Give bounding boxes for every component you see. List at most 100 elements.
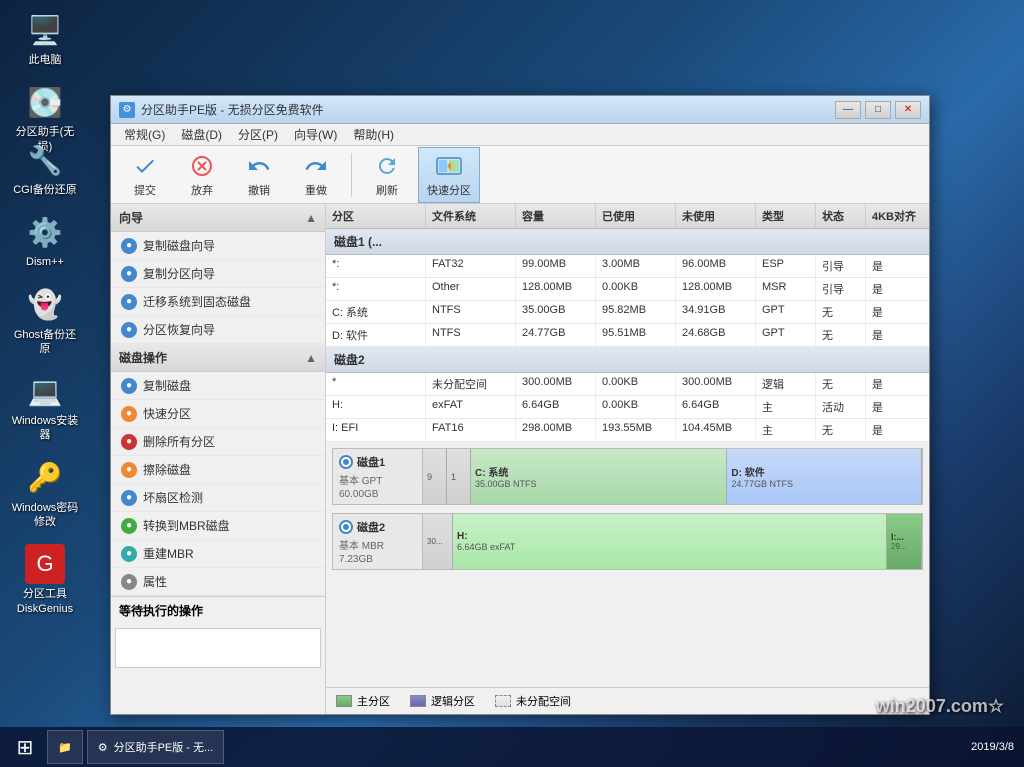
disk-op-copy-label: 复制磁盘 bbox=[143, 377, 191, 394]
undo-label: 撤销 bbox=[248, 182, 270, 198]
disk-op-to-mbr[interactable]: ● 转换到MBR磁盘 bbox=[111, 512, 325, 540]
desktop-icon-diskgenius[interactable]: G 分区工具DiskGenius bbox=[10, 544, 80, 616]
cell-d1r2-type: MSR bbox=[756, 278, 816, 300]
table-row[interactable]: *: Other 128.00MB 0.00KB 128.00MB MSR 引导… bbox=[326, 278, 929, 301]
legend-bar: 主分区 逻辑分区 未分配空间 bbox=[326, 687, 929, 714]
pending-title: 等待执行的操作 bbox=[119, 604, 203, 618]
col-header-partition: 分区 bbox=[326, 204, 426, 228]
disk2-visual[interactable]: 磁盘2 基本 MBR 7.23GB 30... H: bbox=[332, 513, 923, 570]
table-row[interactable]: C: 系统 NTFS 35.00GB 95.82MB 34.91GB GPT 无… bbox=[326, 301, 929, 324]
disk1-p3-label: C: 系统 bbox=[475, 464, 722, 479]
discard-icon bbox=[188, 152, 216, 180]
wizard-item-migrate-ssd[interactable]: ● 迁移系统到固态磁盘 bbox=[111, 288, 325, 316]
disk1-part2[interactable]: 1 bbox=[447, 449, 471, 504]
table-row[interactable]: * 未分配空间 300.00MB 0.00KB 300.00MB 逻辑 无 是 bbox=[326, 373, 929, 396]
cell-d2r2-used: 0.00KB bbox=[596, 396, 676, 418]
disk-op-rebuild-mbr[interactable]: ● 重建MBR bbox=[111, 540, 325, 568]
cell-d2r3-align: 是 bbox=[866, 419, 929, 441]
table-row[interactable]: D: 软件 NTFS 24.77GB 95.51MB 24.68GB GPT 无… bbox=[326, 324, 929, 347]
cell-d1r1-fs: FAT32 bbox=[426, 255, 516, 277]
legend-primary-color bbox=[336, 695, 352, 707]
watermark: win2007.com☆ bbox=[876, 696, 1004, 717]
desktop-icon-windows-pwd[interactable]: 🔑 Windows密码修改 bbox=[10, 458, 80, 530]
ghost-label: Ghost备份还原 bbox=[10, 328, 80, 357]
diskgenius-icon: G bbox=[25, 544, 65, 584]
menu-general[interactable]: 常规(G) bbox=[116, 124, 173, 145]
cell-d1r3-used: 95.82MB bbox=[596, 301, 676, 323]
disk1-part3[interactable]: C: 系统 35.00GB NTFS bbox=[471, 449, 727, 504]
cell-d2r3-unused: 104.45MB bbox=[676, 419, 756, 441]
desktop-icon-cgi[interactable]: 🔧 CGI备份还原 bbox=[10, 140, 80, 197]
disk-op-bad-icon: ● bbox=[121, 490, 137, 506]
disk-op-rebuild-icon: ● bbox=[121, 546, 137, 562]
disk1-icon bbox=[339, 455, 353, 469]
disk1-p4-label: D: 软件 bbox=[731, 464, 917, 479]
disk-op-wipe-label: 擦除磁盘 bbox=[143, 461, 191, 478]
desktop-icon-this-pc[interactable]: 🖥️ 此电脑 bbox=[10, 10, 80, 67]
disk-op-quick-part[interactable]: ● 快速分区 bbox=[111, 400, 325, 428]
close-button[interactable]: ✕ bbox=[895, 101, 921, 119]
disk-ops-collapse[interactable]: ▲ bbox=[305, 351, 317, 365]
desktop-icon-windows-install[interactable]: 💻 Windows安装器 bbox=[10, 371, 80, 443]
windows-pwd-icon: 🔑 bbox=[25, 458, 65, 498]
disk1-partitions-visual: 9 1 C: 系统 35.00GB NTFS D: 软件 bbox=[423, 449, 922, 504]
start-button[interactable]: ⊞ bbox=[5, 729, 45, 765]
menu-partition[interactable]: 分区(P) bbox=[230, 124, 286, 145]
desktop-icon-dism[interactable]: ⚙️ Dism++ bbox=[10, 212, 80, 269]
maximize-button[interactable]: □ bbox=[865, 101, 891, 119]
quick-partition-button[interactable]: 快速分区 bbox=[418, 147, 480, 203]
taskbar-file-explorer[interactable]: 📁 bbox=[47, 730, 83, 764]
table-row[interactable]: *: FAT32 99.00MB 3.00MB 96.00MB ESP 引导 是 bbox=[326, 255, 929, 278]
disk-op-copy[interactable]: ● 复制磁盘 bbox=[111, 372, 325, 400]
cell-d1r2-part: *: bbox=[326, 278, 426, 300]
copy-partition-label: 复制分区向导 bbox=[143, 265, 215, 282]
submit-button[interactable]: 提交 bbox=[119, 147, 171, 203]
table-row[interactable]: I: EFI FAT16 298.00MB 193.55MB 104.45MB … bbox=[326, 419, 929, 442]
taskbar-partition-app[interactable]: ⚙ 分区助手PE版 - 无... bbox=[87, 730, 225, 764]
menu-wizard[interactable]: 向导(W) bbox=[286, 124, 345, 145]
col-header-status: 状态 bbox=[816, 204, 866, 228]
wizard-item-copy-disk[interactable]: ● 复制磁盘向导 bbox=[111, 232, 325, 260]
cell-d1r3-status: 无 bbox=[816, 301, 866, 323]
dism-label: Dism++ bbox=[26, 255, 64, 269]
col-header-type: 类型 bbox=[756, 204, 816, 228]
menu-disk[interactable]: 磁盘(D) bbox=[173, 124, 230, 145]
refresh-label: 刷新 bbox=[376, 182, 398, 198]
minimize-button[interactable]: — bbox=[835, 101, 861, 119]
disk1-visual[interactable]: 磁盘1 基本 GPT 60.00GB 9 bbox=[332, 448, 923, 505]
disk-op-properties[interactable]: ● 属性 bbox=[111, 568, 325, 596]
disk2-group-header: 磁盘2 bbox=[326, 347, 929, 373]
desktop-icon-ghost[interactable]: 👻 Ghost备份还原 bbox=[10, 285, 80, 357]
undo-button[interactable]: 撤销 bbox=[233, 147, 285, 203]
menu-bar: 常规(G) 磁盘(D) 分区(P) 向导(W) 帮助(H) bbox=[111, 124, 929, 146]
disk2-part3[interactable]: I:... 29... bbox=[887, 514, 922, 569]
discard-button[interactable]: 放弃 bbox=[176, 147, 228, 203]
disk1-part1[interactable]: 9 bbox=[423, 449, 447, 504]
legend-unalloc-color bbox=[495, 695, 511, 707]
disk-op-delete-all[interactable]: ● 删除所有分区 bbox=[111, 428, 325, 456]
pending-section-header: 等待执行的操作 bbox=[111, 596, 325, 624]
cell-d1r2-status: 引导 bbox=[816, 278, 866, 300]
refresh-button[interactable]: 刷新 bbox=[361, 147, 413, 203]
menu-help[interactable]: 帮助(H) bbox=[345, 124, 402, 145]
cell-d1r4-align: 是 bbox=[866, 324, 929, 346]
table-row[interactable]: H: exFAT 6.64GB 0.00KB 6.64GB 主 活动 是 bbox=[326, 396, 929, 419]
wizard-item-copy-partition[interactable]: ● 复制分区向导 bbox=[111, 260, 325, 288]
wizard-collapse[interactable]: ▲ bbox=[305, 211, 317, 225]
window-title: 分区助手PE版 - 无损分区免费软件 bbox=[141, 101, 835, 118]
file-explorer-icon: 📁 bbox=[58, 741, 72, 754]
disk2-part2[interactable]: H: 6.64GB exFAT bbox=[453, 514, 887, 569]
disk1-size: 60.00GB bbox=[339, 489, 416, 500]
window-controls: — □ ✕ bbox=[835, 101, 921, 119]
copy-partition-icon: ● bbox=[121, 266, 137, 282]
redo-button[interactable]: 重做 bbox=[290, 147, 342, 203]
disk2-label-box: 磁盘2 基本 MBR 7.23GB bbox=[333, 514, 423, 569]
disk-op-bad-check[interactable]: ● 坏扇区检测 bbox=[111, 484, 325, 512]
wizard-item-restore-partition[interactable]: ● 分区恢复向导 bbox=[111, 316, 325, 344]
disk2-part1[interactable]: 30... bbox=[423, 514, 453, 569]
cell-d1r1-status: 引导 bbox=[816, 255, 866, 277]
disk-op-quick-icon: ● bbox=[121, 406, 137, 422]
disk1-part4[interactable]: D: 软件 24.77GB NTFS bbox=[727, 449, 922, 504]
disk-op-wipe[interactable]: ● 擦除磁盘 bbox=[111, 456, 325, 484]
right-panel: 分区 文件系统 容量 已使用 未使用 类型 状态 4KB对齐 磁盘1 (... bbox=[326, 204, 929, 714]
